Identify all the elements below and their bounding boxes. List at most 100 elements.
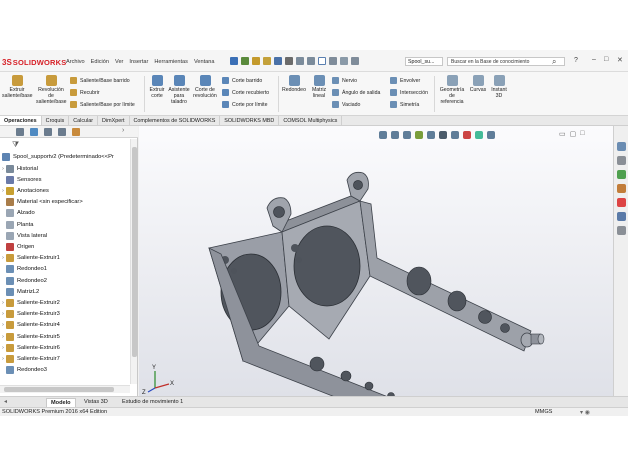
minimize-icon[interactable]: – bbox=[592, 56, 596, 63]
knowledge-base-search-input[interactable]: Buscar en la Base de conocimiento bbox=[447, 57, 565, 66]
extrude-boss-button[interactable]: Extruir saliente/base bbox=[2, 75, 33, 99]
draft-button[interactable]: Ángulo de salida bbox=[332, 89, 380, 96]
help-icon[interactable]: ? bbox=[574, 57, 578, 64]
curves-button[interactable]: Curvas bbox=[468, 75, 488, 93]
open-folder-icon[interactable] bbox=[263, 57, 271, 65]
menu-archivo[interactable]: Archivo bbox=[66, 59, 85, 65]
dimxpert-tab-icon[interactable] bbox=[58, 128, 66, 136]
display-manager-tab-icon[interactable] bbox=[72, 128, 80, 136]
home-icon[interactable] bbox=[241, 57, 249, 65]
design-library-icon[interactable] bbox=[617, 156, 626, 165]
fillet-button[interactable]: Redondeo bbox=[281, 75, 307, 93]
save-icon[interactable] bbox=[274, 57, 282, 65]
tree-item[interactable]: Redondeo3 bbox=[0, 365, 47, 376]
tree-item[interactable]: › Saliente-Extruir7 bbox=[0, 353, 60, 364]
solidworks-logo[interactable]: 3S SOLIDWORKS bbox=[2, 56, 66, 68]
loft-button[interactable]: Recubrir bbox=[70, 89, 100, 96]
redo-icon[interactable] bbox=[307, 57, 315, 65]
tree-item[interactable]: › Saliente-Extruir6 bbox=[0, 342, 60, 353]
rebuild-icon[interactable] bbox=[329, 57, 337, 65]
wrap-button[interactable]: Envolver bbox=[390, 77, 420, 84]
tab-modelo[interactable]: Modelo bbox=[46, 398, 76, 407]
home-resources-icon[interactable] bbox=[617, 142, 626, 151]
tree-horizontal-scrollbar[interactable] bbox=[0, 385, 130, 393]
sweep-boss-button[interactable]: Saliente/Base barrido bbox=[70, 77, 130, 84]
menu-ver[interactable]: Ver bbox=[115, 59, 123, 65]
tree-item[interactable]: Sensores bbox=[0, 174, 42, 185]
appearances-icon[interactable] bbox=[617, 198, 626, 207]
file-properties-icon[interactable] bbox=[340, 57, 348, 65]
forum-icon[interactable] bbox=[617, 226, 626, 235]
tree-item[interactable]: Planta bbox=[0, 219, 33, 230]
menu-edicion[interactable]: Edición bbox=[91, 59, 109, 65]
tree-item[interactable]: › Saliente-Extruir5 bbox=[0, 331, 60, 342]
tree-vertical-scrollbar[interactable] bbox=[130, 139, 137, 384]
notification-icon[interactable]: ◉ bbox=[585, 410, 590, 416]
tab-dimxpert[interactable]: DimXpert bbox=[98, 116, 130, 125]
filter-icon[interactable]: ⧩ bbox=[12, 140, 19, 150]
tab-scroll-left-icon[interactable]: ◂ bbox=[4, 398, 7, 405]
tree-item[interactable]: Material <sin especificar> bbox=[0, 197, 83, 208]
menu-insertar[interactable]: Insertar bbox=[129, 59, 148, 65]
tab-mbd[interactable]: SOLIDWORKS MBD bbox=[220, 116, 280, 125]
search-icon[interactable]: ⌕ bbox=[552, 57, 556, 67]
tree-item[interactable]: Redondeo2 bbox=[0, 275, 47, 286]
document-title-tab[interactable]: Spool_su... bbox=[405, 57, 443, 66]
pin-icon[interactable] bbox=[230, 57, 238, 65]
rib-button[interactable]: Nervio bbox=[332, 77, 357, 84]
reference-geometry-button[interactable]: Geometría de referencia bbox=[437, 75, 467, 105]
tree-item[interactable]: › Saliente-Extruir2 bbox=[0, 297, 60, 308]
undo-icon[interactable] bbox=[296, 57, 304, 65]
tab-croquis[interactable]: Croquis bbox=[42, 116, 70, 125]
menu-ventana[interactable]: Ventana bbox=[194, 59, 215, 65]
tab-complementos[interactable]: Complementos de SOLIDWORKS bbox=[130, 116, 221, 125]
tree-item[interactable]: Vista lateral bbox=[0, 230, 47, 241]
tree-item[interactable]: Origen bbox=[0, 241, 34, 252]
expand-panel-icon[interactable]: › bbox=[122, 127, 124, 134]
swept-cut-button[interactable]: Corte barrido bbox=[222, 77, 262, 84]
tab-comsol[interactable]: COMSOL Multiphysics bbox=[279, 116, 343, 125]
select-arrow-icon[interactable] bbox=[318, 57, 326, 65]
tree-item[interactable]: › Anotaciones bbox=[0, 185, 49, 196]
extrude-cut-button[interactable]: Extruir corte bbox=[146, 75, 168, 99]
featuremanager-tab-icon[interactable] bbox=[16, 128, 24, 136]
instant3d-button[interactable]: Instant 3D bbox=[489, 75, 509, 99]
configurationmanager-tab-icon[interactable] bbox=[44, 128, 52, 136]
new-document-icon[interactable] bbox=[252, 57, 260, 65]
print-icon[interactable] bbox=[285, 57, 293, 65]
boundary-boss-button[interactable]: Saliente/Base por límite bbox=[70, 101, 135, 108]
rebuild-status-icon[interactable]: ▾ bbox=[580, 410, 583, 416]
tab-estudio-movimiento[interactable]: Estudio de movimiento 1 bbox=[118, 398, 187, 407]
revolve-cut-button[interactable]: Corte de revolución bbox=[191, 75, 219, 99]
tab-operaciones[interactable]: Operaciones bbox=[0, 116, 42, 125]
tree-hscroll-thumb[interactable] bbox=[4, 387, 114, 392]
tree-item[interactable]: › Historial bbox=[0, 163, 38, 174]
graphics-area[interactable]: ▭ ▢ □ Y X Z bbox=[139, 126, 613, 396]
units-selector[interactable]: MMGS bbox=[535, 409, 552, 415]
lofted-cut-button[interactable]: Corte recubierto bbox=[222, 89, 269, 96]
tree-item[interactable]: › Saliente-Extruir4 bbox=[0, 320, 60, 331]
menu-herramientas[interactable]: Herramientas bbox=[154, 59, 188, 65]
hole-wizard-button[interactable]: Asistente para taladro bbox=[168, 75, 190, 105]
tree-scroll-thumb[interactable] bbox=[132, 147, 137, 357]
custom-properties-icon[interactable] bbox=[617, 212, 626, 221]
propertymanager-tab-icon[interactable] bbox=[30, 128, 38, 136]
close-icon[interactable]: ✕ bbox=[617, 56, 623, 64]
mirror-button[interactable]: Simetría bbox=[390, 101, 419, 108]
tree-item[interactable]: › Saliente-Extruir3 bbox=[0, 309, 60, 320]
tab-vistas-3d[interactable]: Vistas 3D bbox=[80, 398, 112, 407]
tab-calcular[interactable]: Calcular bbox=[69, 116, 99, 125]
tree-item[interactable]: Redondeo1 bbox=[0, 264, 47, 275]
revolve-boss-button[interactable]: Revolución de saliente/base bbox=[36, 75, 67, 105]
view-palette-icon[interactable] bbox=[617, 184, 626, 193]
intersect-button[interactable]: Intersección bbox=[390, 89, 428, 96]
shell-button[interactable]: Vaciado bbox=[332, 101, 360, 108]
tree-item[interactable]: MatrizL2 bbox=[0, 286, 39, 297]
tree-item[interactable]: Alzado bbox=[0, 208, 35, 219]
maximize-icon[interactable]: □ bbox=[604, 56, 608, 63]
file-explorer-icon[interactable] bbox=[617, 170, 626, 179]
options-gear-icon[interactable] bbox=[351, 57, 359, 65]
linear-pattern-button[interactable]: Matriz lineal bbox=[309, 75, 329, 99]
tree-item[interactable]: › Saliente-Extruir1 bbox=[0, 253, 60, 264]
boundary-cut-button[interactable]: Corte por límite bbox=[222, 101, 267, 108]
